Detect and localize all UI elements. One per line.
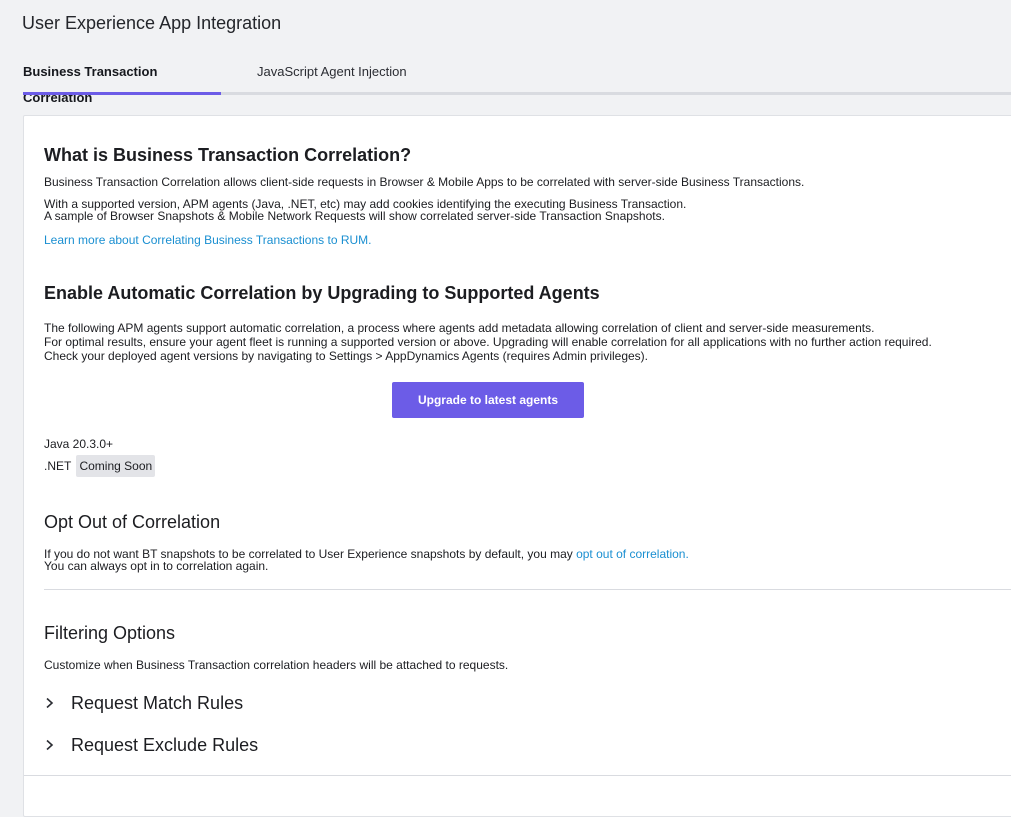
chevron-right-icon	[46, 697, 54, 709]
enable-heading: Enable Automatic Correlation by Upgradin…	[44, 283, 600, 303]
request-match-rules-toggle[interactable]: Request Match Rules	[44, 691, 264, 715]
request-match-rules-label: Request Match Rules	[71, 693, 244, 713]
agent-dotnet-row: .NET Coming Soon	[44, 455, 156, 477]
panel-bottom-divider	[24, 775, 1011, 776]
tab-business-transaction-correlation[interactable]: Business Transaction Correlation	[23, 59, 221, 105]
section-divider	[44, 589, 1011, 590]
what-is-snapshots-text: A sample of Browser Snapshots & Mobile N…	[44, 209, 665, 223]
tab-bar: Business Transaction Correlation JavaScr…	[23, 59, 1011, 105]
agent-dotnet-label: .NET	[44, 459, 72, 473]
enable-description-2: For optimal results, ensure your agent f…	[44, 335, 932, 349]
what-is-heading: What is Business Transaction Correlation…	[44, 145, 412, 165]
learn-more-link[interactable]: Learn more about Correlating Business Tr…	[44, 233, 372, 247]
upgrade-agents-button[interactable]: Upgrade to latest agents	[392, 382, 584, 418]
filtering-heading: Filtering Options	[44, 623, 176, 643]
opt-in-again-text: You can always opt in to correlation aga…	[44, 559, 269, 573]
app-title: User Experience App Integration	[22, 13, 282, 33]
enable-description-1: The following APM agents support automat…	[44, 321, 875, 335]
coming-soon-badge: Coming Soon	[76, 455, 156, 477]
content-panel: What is Business Transaction Correlation…	[23, 115, 1011, 817]
chevron-right-icon	[46, 739, 54, 751]
opt-out-heading: Opt Out of Correlation	[44, 512, 221, 532]
opt-out-link[interactable]: opt out of correlation.	[576, 547, 689, 561]
enable-description-3: Check your deployed agent versions by na…	[44, 349, 648, 363]
tab-javascript-agent-injection[interactable]: JavaScript Agent Injection	[257, 59, 409, 95]
request-exclude-rules-toggle[interactable]: Request Exclude Rules	[44, 733, 264, 757]
agent-java-version: Java 20.3.0+	[44, 437, 114, 451]
request-exclude-rules-label: Request Exclude Rules	[71, 735, 259, 755]
what-is-description: Business Transaction Correlation allows …	[44, 175, 805, 189]
filtering-description: Customize when Business Transaction corr…	[44, 658, 509, 672]
